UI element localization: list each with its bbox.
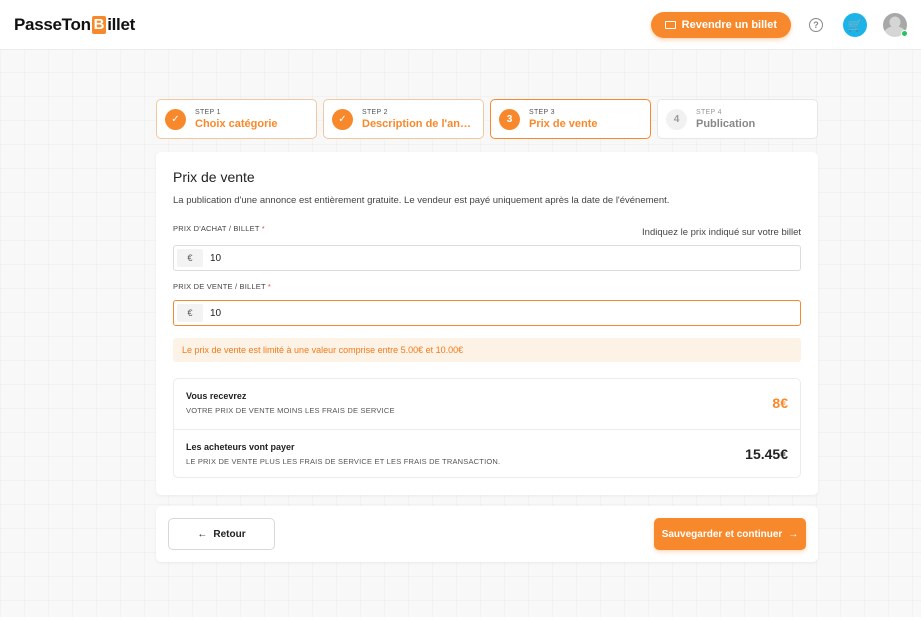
price-form-card: Prix de vente La publication d'une annon… bbox=[156, 152, 818, 495]
step-text: STEP 1 Choix catégorie bbox=[195, 109, 278, 130]
cart-icon[interactable]: 🛒 bbox=[843, 12, 867, 37]
step-number-badge: 4 bbox=[666, 108, 687, 130]
seller-receives-title: Vous recevrez bbox=[186, 391, 247, 401]
step-label: Publication bbox=[696, 117, 756, 130]
seller-receives-subtitle: VOTRE PRIX DE VENTE MOINS LES FRAIS DE S… bbox=[186, 406, 395, 415]
step-number: STEP 3 bbox=[529, 108, 555, 116]
sale-price-label: PRIX DE VENTE / BILLET * bbox=[173, 282, 271, 291]
purchase-price-label: PRIX D'ACHAT / BILLET * bbox=[173, 224, 265, 233]
step-text: STEP 3 Prix de vente bbox=[529, 109, 597, 130]
step-label: Choix catégorie bbox=[195, 117, 278, 130]
back-label: Retour bbox=[213, 528, 246, 540]
step-number: STEP 1 bbox=[195, 108, 221, 116]
step-label: Description de l'annonce bbox=[362, 117, 475, 130]
page-title: Prix de vente bbox=[173, 169, 255, 185]
step-publication[interactable]: 4 STEP 4 Publication bbox=[657, 99, 818, 139]
arrow-right-icon: → bbox=[788, 528, 799, 540]
step-number-badge: 3 bbox=[499, 108, 520, 130]
buyers-pay-amount: 15.45€ bbox=[745, 446, 788, 462]
help-icon[interactable]: ? bbox=[809, 17, 823, 32]
price-summary: Vous recevrez VOTRE PRIX DE VENTE MOINS … bbox=[173, 378, 801, 478]
check-icon: ✓ bbox=[332, 108, 353, 130]
purchase-price-hint: Indiquez le prix indiqué sur votre bille… bbox=[642, 227, 801, 238]
buyers-pay-subtitle: LE PRIX DE VENTE PLUS LES FRAIS DE SERVI… bbox=[186, 457, 501, 466]
sale-price-input[interactable] bbox=[210, 307, 770, 319]
step-number: STEP 2 bbox=[362, 108, 388, 116]
arrow-left-icon: ← bbox=[197, 528, 208, 540]
logo-text-second: illet bbox=[107, 14, 135, 34]
euro-icon: € bbox=[177, 249, 203, 267]
resell-ticket-button[interactable]: Revendre un billet bbox=[650, 11, 791, 38]
header-actions: Revendre un billet ? 🛒 bbox=[650, 11, 908, 38]
resell-ticket-label: Revendre un billet bbox=[681, 18, 777, 31]
step-category[interactable]: ✓ STEP 1 Choix catégorie bbox=[156, 99, 317, 139]
check-icon: ✓ bbox=[165, 108, 186, 130]
save-continue-button[interactable]: Sauvegarder et continuer → bbox=[654, 518, 806, 550]
euro-icon: € bbox=[177, 304, 203, 322]
brand-logo[interactable]: PasseTon Billet bbox=[14, 15, 135, 35]
form-description: La publication d'une annonce est entière… bbox=[173, 195, 670, 206]
step-text: STEP 2 Description de l'annonce bbox=[362, 109, 475, 130]
online-status-dot bbox=[901, 29, 908, 37]
avatar[interactable] bbox=[883, 12, 908, 37]
buyers-pay-row: Les acheteurs vont payer LE PRIX DE VENT… bbox=[174, 429, 800, 479]
progress-stepper: ✓ STEP 1 Choix catégorie ✓ STEP 2 Descri… bbox=[156, 99, 818, 139]
ticket-icon bbox=[664, 20, 676, 29]
price-limit-warning: Le prix de vente est limité à une valeur… bbox=[173, 338, 801, 362]
buyers-pay-title: Les acheteurs vont payer bbox=[186, 442, 295, 452]
required-marker: * bbox=[261, 224, 265, 233]
sale-price-label-text: PRIX DE VENTE / BILLET bbox=[173, 282, 266, 291]
step-text: STEP 4 Publication bbox=[696, 109, 755, 130]
back-button[interactable]: ← Retour bbox=[168, 518, 275, 550]
top-header: PasseTon Billet Revendre un billet ? 🛒 bbox=[0, 0, 921, 50]
purchase-price-field: € bbox=[173, 245, 801, 271]
step-label: Prix de vente bbox=[529, 117, 598, 130]
seller-receives-amount: 8€ bbox=[772, 395, 788, 411]
purchase-price-input[interactable] bbox=[210, 252, 770, 264]
step-description[interactable]: ✓ STEP 2 Description de l'annonce bbox=[323, 99, 484, 139]
sale-price-field: € bbox=[173, 300, 801, 326]
form-footer: ← Retour Sauvegarder et continuer → bbox=[156, 506, 818, 562]
step-sale-price[interactable]: 3 STEP 3 Prix de vente bbox=[490, 99, 651, 139]
logo-text-first: PasseTon bbox=[14, 14, 91, 34]
save-continue-label: Sauvegarder et continuer bbox=[661, 528, 783, 540]
purchase-price-label-text: PRIX D'ACHAT / BILLET bbox=[173, 224, 260, 233]
required-marker: * bbox=[267, 282, 272, 291]
logo-ticket-letter: B bbox=[91, 15, 107, 34]
seller-receives-row: Vous recevrez VOTRE PRIX DE VENTE MOINS … bbox=[174, 379, 800, 429]
step-number: STEP 4 bbox=[696, 108, 722, 116]
